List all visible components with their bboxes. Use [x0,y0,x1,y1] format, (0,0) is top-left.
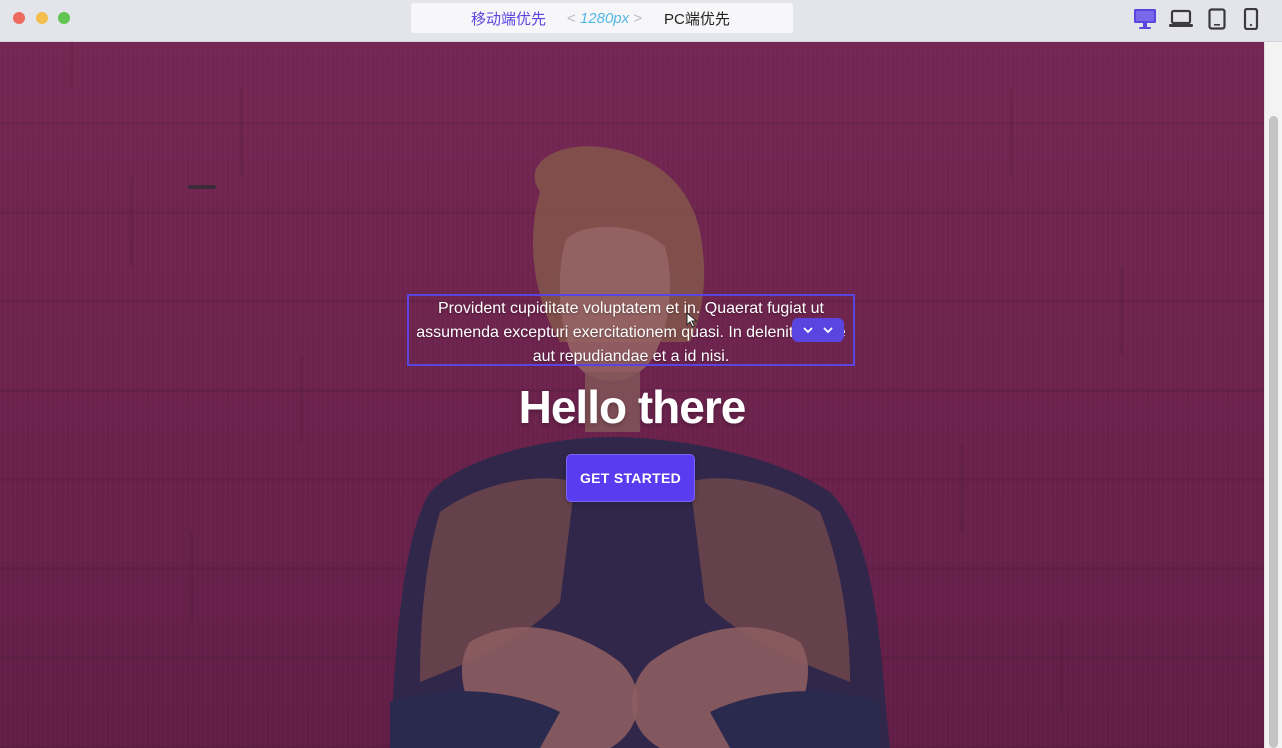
maximize-window-button[interactable] [58,12,70,24]
scrollbar-thumb[interactable] [1269,116,1278,748]
hero-title[interactable]: Hello there [0,380,1264,434]
divider [188,185,216,189]
mobile-first-option[interactable]: 移动端优先 [471,8,546,29]
minimize-window-button[interactable] [36,12,48,24]
breakpoint-width: < 1280px > [567,9,643,27]
preview-canvas: Provident cupiditate voluptatem et in. Q… [0,42,1264,748]
mobile-icon[interactable] [1243,8,1259,30]
get-started-button[interactable]: GET STARTED [566,454,695,502]
close-window-button[interactable] [13,12,25,24]
breakpoint-mode-switch: 移动端优先 < 1280px > PC端优先 [410,2,794,34]
desktop-first-option[interactable]: PC端优先 [664,8,730,29]
tablet-icon[interactable] [1208,8,1226,30]
chevron-down-icon[interactable] [821,323,835,337]
element-edit-toolbar[interactable] [792,318,844,342]
browser-window: 移动端优先 < 1280px > PC端优先 Provident cupidit… [0,0,1282,748]
chevron-down-icon[interactable] [801,323,815,337]
laptop-icon[interactable] [1169,8,1193,30]
breakpoint-width-value[interactable]: 1280px [580,10,629,27]
desktop-icon[interactable] [1133,8,1157,30]
vertical-scrollbar[interactable] [1264,42,1282,748]
mouse-cursor-icon [686,312,698,328]
hero-paragraph[interactable]: Provident cupiditate voluptatem et in. Q… [407,294,855,366]
toolbar: 移动端优先 < 1280px > PC端优先 [0,0,1282,42]
